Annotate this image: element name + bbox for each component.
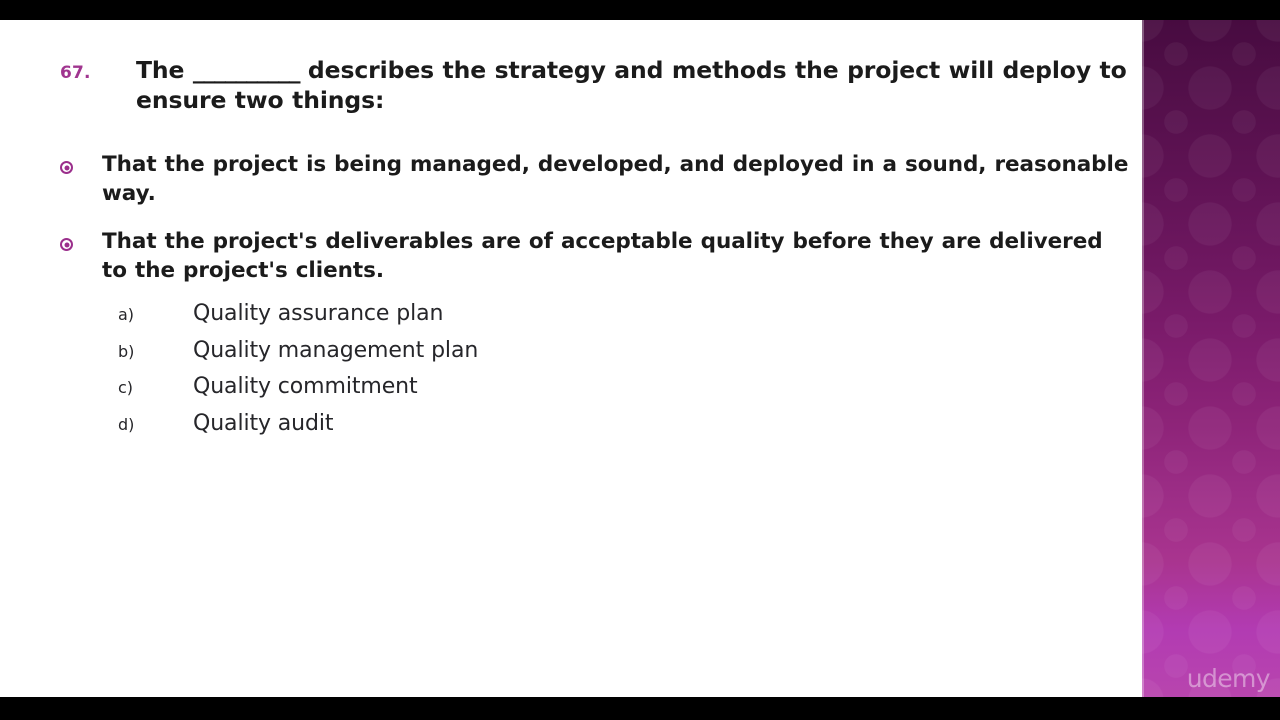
bullet-text: That the project's deliverables are of a… <box>102 229 1103 283</box>
option-label: Quality assurance plan <box>193 301 444 326</box>
answer-option-c[interactable]: c) Quality commitment <box>118 376 918 413</box>
decorative-side-panel: udemy <box>1142 20 1280 697</box>
option-label: Quality audit <box>193 410 334 436</box>
panel-pattern <box>1142 20 1280 697</box>
option-letter: a) <box>118 305 135 324</box>
answer-option-a[interactable]: a) Quality assurance plan <box>118 303 918 340</box>
list-item: That the project's deliverables are of a… <box>60 228 1130 285</box>
question-block: 67. The __________ describes the strateg… <box>60 56 1135 115</box>
answer-option-d[interactable]: d) Quality audit <box>118 410 918 450</box>
panel-edge-highlight <box>1142 20 1144 697</box>
option-letter: b) <box>118 341 135 361</box>
question-text-before-blank: The <box>136 56 193 84</box>
option-label: Quality commitment <box>193 374 418 399</box>
answer-option-list: a) Quality assurance plan b) Quality man… <box>118 303 918 449</box>
question-blank: __________ <box>192 56 301 84</box>
bullet-list: That the project is being managed, devel… <box>60 151 1130 305</box>
bullet-text: That the project is being managed, devel… <box>102 152 1129 206</box>
letterbox-bar-top <box>0 0 1280 20</box>
answer-option-b[interactable]: b) Quality management plan <box>118 337 918 377</box>
option-label: Quality management plan <box>193 337 479 363</box>
question-number: 67. <box>60 63 91 83</box>
presentation-slide: 67. The __________ describes the strateg… <box>0 0 1280 720</box>
option-letter: d) <box>118 414 135 434</box>
option-letter: c) <box>118 378 134 397</box>
radio-dot-icon <box>60 151 102 174</box>
question-text: The __________ describes the strategy an… <box>136 56 1135 115</box>
udemy-watermark: udemy <box>1186 664 1271 693</box>
list-item: That the project is being managed, devel… <box>60 151 1130 208</box>
slide-content-area: 67. The __________ describes the strateg… <box>0 20 1142 697</box>
radio-dot-icon <box>60 228 102 252</box>
letterbox-bar-bottom <box>0 697 1280 720</box>
